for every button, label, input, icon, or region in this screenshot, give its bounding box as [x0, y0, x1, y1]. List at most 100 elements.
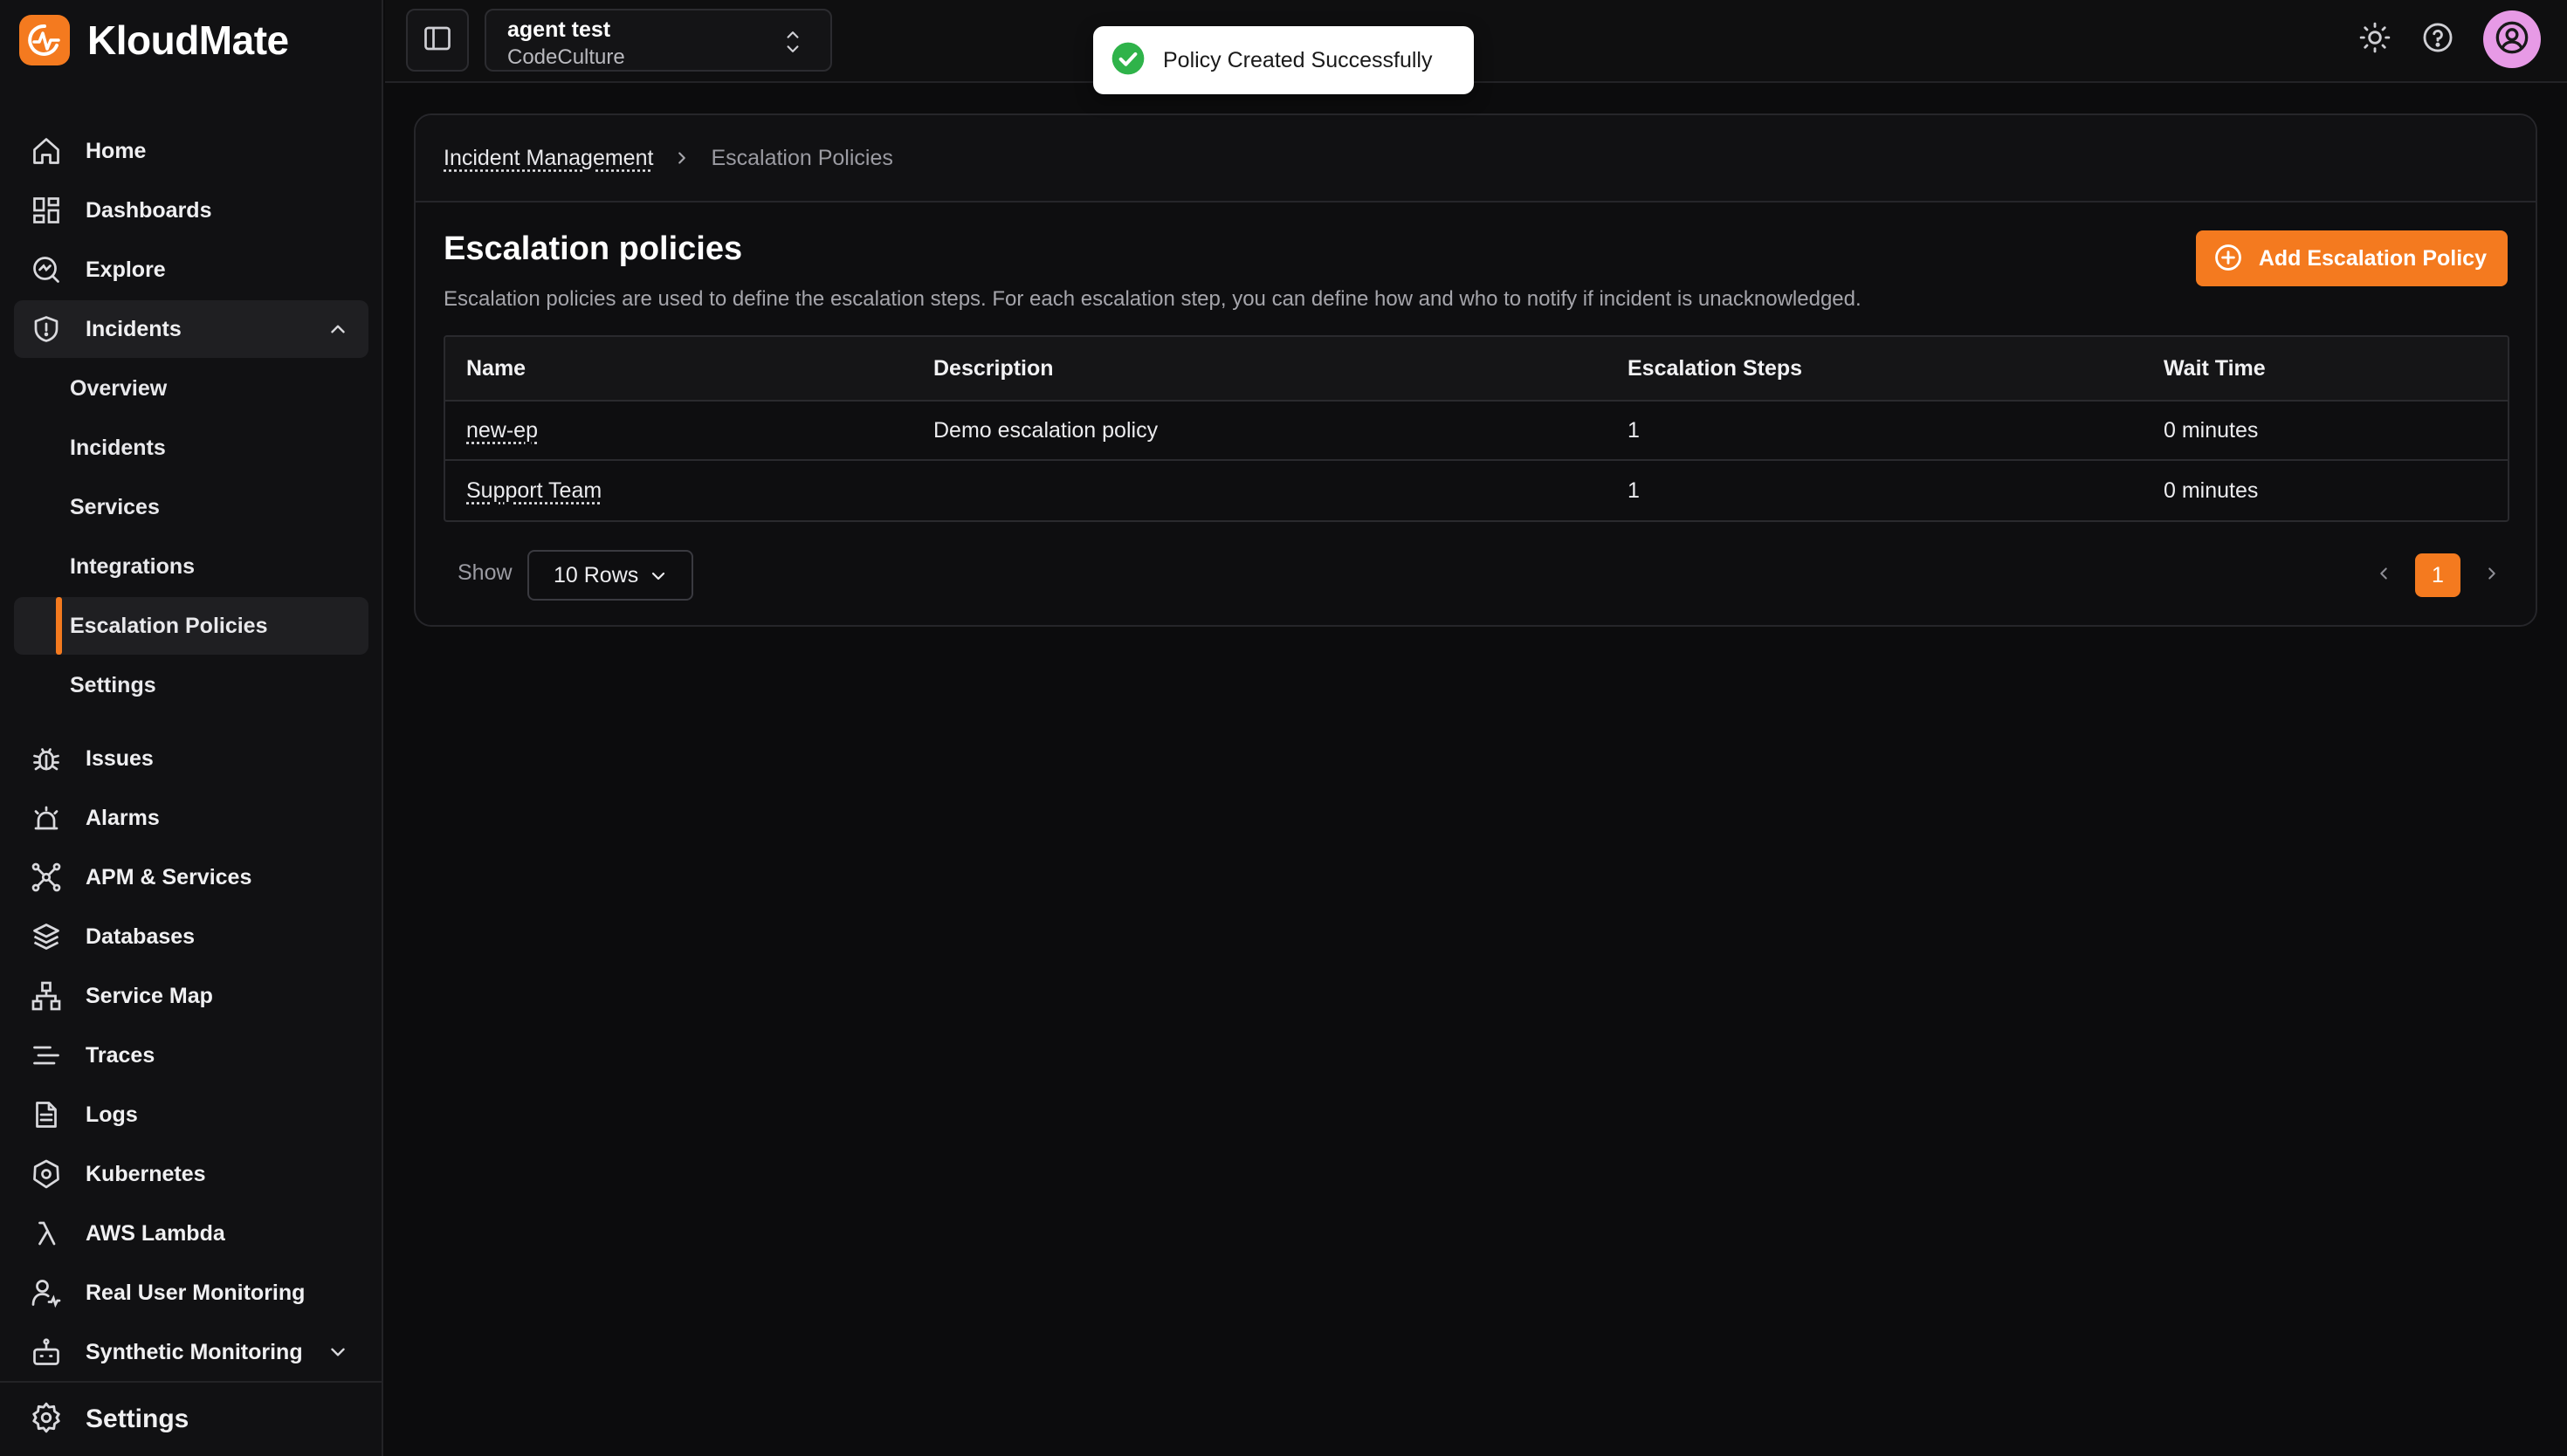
lambda-icon — [30, 1217, 63, 1250]
policy-description-cell: Demo escalation policy — [933, 417, 1159, 443]
breadcrumb: Incident Management Escalation Policies — [416, 115, 2536, 203]
sidebar-item-issues[interactable]: Issues — [14, 730, 368, 787]
sidebar-toggle-button[interactable] — [406, 9, 469, 72]
sidebar-item-label: APM & Services — [86, 864, 252, 889]
sun-icon — [2358, 21, 2392, 58]
database-icon — [30, 920, 63, 953]
policy-wait-time-cell: 0 minutes — [2164, 417, 2259, 443]
sidebar-item-alarms[interactable]: Alarms — [14, 789, 368, 847]
sidebar-item-label: Traces — [86, 1042, 155, 1068]
table-row[interactable]: new-ep Demo escalation policy 1 0 minute… — [445, 402, 2508, 461]
column-header-description[interactable]: Description — [912, 356, 1607, 381]
chevron-left-icon — [2374, 564, 2393, 587]
user-icon — [2495, 20, 2529, 59]
organization-selector[interactable]: agent test CodeCulture — [485, 9, 832, 72]
policy-steps-cell: 1 — [1628, 417, 1640, 443]
sidebar-subitem-escalation-policies[interactable]: Escalation Policies — [14, 597, 368, 655]
sidebar-subitem-services[interactable]: Services — [14, 478, 368, 536]
next-page-button[interactable] — [2474, 553, 2509, 597]
pagination: 1 — [2366, 553, 2509, 597]
sidebar-item-label: AWS Lambda — [86, 1220, 225, 1246]
sidebar-item-label: Synthetic Monitoring — [86, 1339, 303, 1364]
shield-icon — [30, 312, 63, 346]
policy-name-cell: Support Team — [445, 478, 912, 504]
user-avatar[interactable] — [2483, 10, 2541, 68]
rows-per-page-label: Show — [458, 560, 513, 585]
sidebar-item-kubernetes[interactable]: Kubernetes — [14, 1145, 368, 1203]
escalation-policies-table: Name Description Escalation Steps Wait T… — [444, 335, 2509, 522]
app-root: KloudMate Home Dashboards Explore Incide… — [0, 0, 2567, 1456]
sidebar-item-aws-lambda[interactable]: AWS Lambda — [14, 1205, 368, 1262]
alarm-icon — [30, 801, 63, 834]
sidebar-item-traces[interactable]: Traces — [14, 1027, 368, 1084]
topbar: agent test CodeCulture — [385, 0, 2567, 83]
sidebar-item-label: Logs — [86, 1102, 138, 1127]
logs-icon — [30, 1098, 63, 1131]
column-header-wait-time[interactable]: Wait Time — [2143, 356, 2508, 381]
theme-toggle-button[interactable] — [2354, 18, 2396, 60]
sidebar-subitem-incidents[interactable]: Incidents — [14, 419, 368, 477]
chevron-right-icon — [672, 148, 692, 168]
sidebar-item-apm-services[interactable]: APM & Services — [14, 848, 368, 906]
rows-per-page-value: 10 Rows — [554, 562, 639, 587]
policy-name-link[interactable]: Support Team — [466, 478, 602, 503]
policy-name-link[interactable]: new-ep — [466, 418, 538, 443]
sidebar-item-synthetic-monitoring[interactable]: Synthetic Monitoring — [14, 1323, 368, 1381]
table-row[interactable]: Support Team 1 0 minutes — [445, 461, 2508, 520]
sidebar-item-real-user-monitoring[interactable]: Real User Monitoring — [14, 1264, 368, 1322]
toast-message: Policy Created Successfully — [1163, 47, 1433, 72]
org-workspace: CodeCulture — [507, 45, 625, 69]
brand-logo[interactable]: KloudMate — [19, 15, 289, 65]
home-icon — [30, 134, 63, 168]
explore-icon — [30, 253, 63, 286]
sidebar-nav: Home Dashboards Explore Incidents Overvi… — [14, 122, 368, 1383]
add-escalation-policy-button[interactable]: Add Escalation Policy — [2195, 230, 2508, 286]
chevron-right-icon — [2482, 564, 2502, 587]
sidebar-item-label: Incidents — [86, 316, 182, 341]
sidebar-item-label: Dashboards — [86, 197, 212, 223]
policy-wait-time-cell: 0 minutes — [2164, 477, 2259, 503]
rows-per-page-select[interactable]: 10 Rows — [527, 550, 693, 601]
sidebar-subitem-settings[interactable]: Settings — [14, 656, 368, 714]
sidebar-item-home[interactable]: Home — [14, 122, 368, 180]
add-escalation-policy-label: Add Escalation Policy — [2258, 245, 2487, 271]
help-button[interactable] — [2417, 18, 2459, 60]
sidebar-item-databases[interactable]: Databases — [14, 908, 368, 965]
sidebar-item-incidents[interactable]: Incidents — [14, 300, 368, 358]
sidebar-subitem-integrations[interactable]: Integrations — [14, 538, 368, 595]
brand-name: KloudMate — [87, 17, 289, 63]
chevron-down-icon — [648, 566, 669, 591]
sidebar-item-label: Kubernetes — [86, 1161, 206, 1186]
chevron-down-icon[interactable] — [327, 1341, 349, 1368]
sidebar-subitem-overview[interactable]: Overview — [14, 360, 368, 417]
breadcrumb-current: Escalation Policies — [711, 145, 893, 170]
page-description: Escalation policies are used to define t… — [444, 287, 1862, 311]
page-number-button[interactable]: 1 — [2415, 553, 2460, 597]
sidebar-item-dashboards[interactable]: Dashboards — [14, 182, 368, 239]
rum-icon — [30, 1276, 63, 1309]
gear-icon — [30, 1401, 63, 1439]
page-header: Escalation policies Escalation policies … — [416, 203, 2536, 325]
sidebar-item-explore[interactable]: Explore — [14, 241, 368, 299]
org-name: agent test — [507, 17, 611, 42]
kloudmate-logo-icon — [19, 15, 70, 65]
plus-circle-icon — [2213, 243, 2243, 275]
sidebar-item-label: Explore — [86, 257, 166, 282]
sidebar-toggle-icon — [422, 23, 453, 58]
sidebar-settings[interactable]: Settings — [0, 1381, 383, 1456]
escalation-policies-card: Incident Management Escalation Policies … — [414, 113, 2537, 627]
chevron-up-icon[interactable] — [327, 318, 349, 345]
sidebar-item-service-map[interactable]: Service Map — [14, 967, 368, 1025]
service-map-icon — [30, 979, 63, 1013]
sidebar-item-label: Issues — [86, 745, 154, 771]
prev-page-button[interactable] — [2366, 553, 2401, 597]
breadcrumb-incident-management[interactable]: Incident Management — [444, 146, 653, 171]
column-header-escalation-steps[interactable]: Escalation Steps — [1607, 356, 2143, 381]
check-circle-icon — [1111, 41, 1146, 80]
table-header-row: Name Description Escalation Steps Wait T… — [445, 337, 2508, 402]
column-header-name[interactable]: Name — [445, 356, 912, 381]
policy-steps-cell: 1 — [1628, 477, 1640, 503]
sidebar-item-logs[interactable]: Logs — [14, 1086, 368, 1144]
topbar-actions — [2333, 10, 2541, 68]
